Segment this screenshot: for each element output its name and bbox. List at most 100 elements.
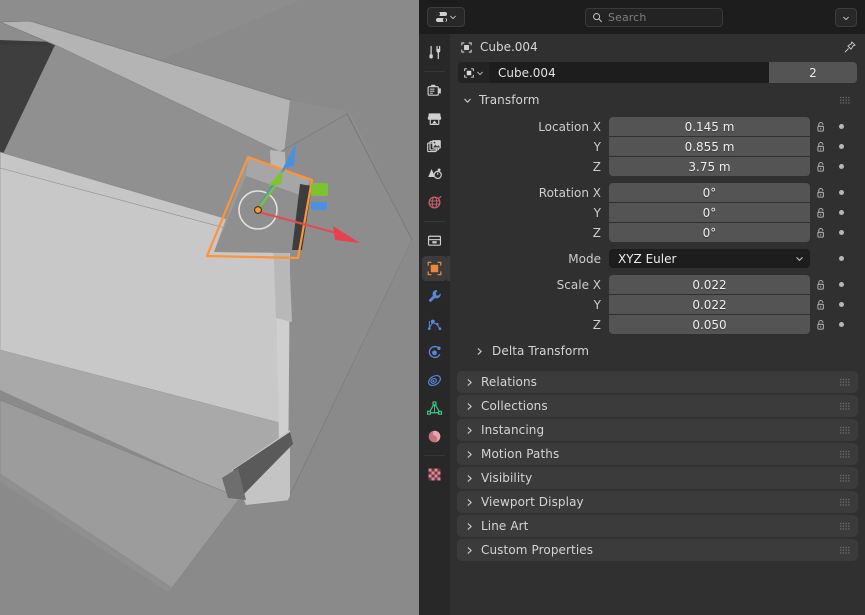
- field-location-x[interactable]: 0.145 m: [609, 117, 810, 136]
- decorator-rotation-y[interactable]: [832, 210, 850, 215]
- object-name-input[interactable]: Cube.004: [489, 62, 769, 83]
- panel-grip-icon[interactable]: [840, 546, 851, 555]
- label-rotation-x: Rotation X: [538, 185, 601, 200]
- tab-object[interactable]: [422, 256, 450, 281]
- panel-custom-properties-header[interactable]: Custom Properties: [457, 539, 858, 561]
- search-input[interactable]: Search: [585, 8, 723, 27]
- decorator-rotation-mode[interactable]: [832, 256, 850, 261]
- panel-visibility-header[interactable]: Visibility: [457, 467, 858, 489]
- object-square-icon: [427, 261, 442, 276]
- tool-icon: [429, 45, 441, 60]
- panel-motion-paths-header[interactable]: Motion Paths: [457, 443, 858, 465]
- panel-transform-body: Location X 0.145 m Y 0.855 m Z 3.75 m Ro…: [457, 111, 858, 369]
- panel-transform-header[interactable]: Transform: [457, 89, 858, 111]
- object-users-count[interactable]: 2: [769, 62, 857, 83]
- panel-grip-icon[interactable]: [840, 426, 851, 435]
- pin-icon[interactable]: [843, 40, 857, 54]
- tab-tool[interactable]: [422, 40, 447, 65]
- panel-custom-properties-title: Custom Properties: [481, 543, 594, 557]
- decorator-location-y[interactable]: [832, 144, 850, 149]
- decorator-scale-z[interactable]: [832, 322, 850, 327]
- constraints-icon: [428, 374, 441, 387]
- tab-view-layer[interactable]: [422, 134, 447, 159]
- search-icon: [593, 13, 602, 23]
- tab-collection[interactable]: [422, 228, 447, 253]
- field-rotation-z[interactable]: 0°: [609, 223, 810, 242]
- properties-content: Cube.004 Cube.004 2 Transform Location X…: [450, 34, 865, 615]
- lock-location-x[interactable]: [810, 121, 832, 133]
- dropdown-rotation-mode[interactable]: XYZ Euler: [609, 249, 810, 268]
- lock-rotation-z[interactable]: [810, 227, 832, 239]
- animate-property-dot-icon: [838, 282, 844, 287]
- lock-scale-z[interactable]: [810, 319, 832, 331]
- subpanel-delta-transform-header[interactable]: Delta Transform: [475, 341, 851, 361]
- unlocked-padlock-icon: [817, 299, 824, 310]
- panel-viewport-display: Viewport Display: [457, 491, 858, 513]
- tab-object-data[interactable]: [422, 396, 447, 421]
- panel-viewport-display-header[interactable]: Viewport Display: [457, 491, 858, 513]
- panel-motion-paths: Motion Paths: [457, 443, 858, 465]
- decorator-scale-x[interactable]: [832, 282, 850, 287]
- panel-grip-icon[interactable]: [840, 450, 851, 459]
- decorator-rotation-z[interactable]: [832, 230, 850, 235]
- object-icon: [461, 41, 472, 53]
- particles-icon: [427, 319, 442, 331]
- tab-world[interactable]: [422, 190, 447, 215]
- animate-property-dot-icon: [838, 164, 844, 169]
- field-scale-y[interactable]: 0.022: [609, 295, 810, 314]
- label-scale-z: Z: [592, 317, 601, 332]
- header-options-button[interactable]: [835, 8, 857, 27]
- lock-rotation-y[interactable]: [810, 207, 832, 219]
- tab-output[interactable]: [422, 106, 447, 131]
- tab-rail-separator-3: [424, 455, 445, 456]
- browse-object-button[interactable]: [458, 62, 489, 83]
- lock-location-z[interactable]: [810, 161, 832, 173]
- field-rotation-x[interactable]: 0°: [609, 183, 810, 202]
- decorator-location-z[interactable]: [832, 164, 850, 169]
- editor-type-selector[interactable]: [427, 7, 465, 27]
- panel-collections-title: Collections: [481, 399, 548, 413]
- panel-grip-icon[interactable]: [840, 378, 851, 387]
- breadcrumb-label: Cube.004: [480, 40, 538, 54]
- decorator-rotation-x[interactable]: [832, 190, 850, 195]
- panel-grip-icon[interactable]: [840, 522, 851, 531]
- animate-property-dot-icon: [838, 256, 844, 261]
- tab-rail-separator: [424, 71, 445, 72]
- panel-viewport-display-title: Viewport Display: [481, 495, 584, 509]
- lock-location-y[interactable]: [810, 141, 832, 153]
- tab-material[interactable]: [422, 424, 447, 449]
- tab-texture[interactable]: [422, 462, 447, 487]
- chevron-right-icon: [467, 474, 472, 482]
- field-scale-x[interactable]: 0.022: [609, 275, 810, 294]
- panel-collections-header[interactable]: Collections: [457, 395, 858, 417]
- label-location-y: Y: [593, 139, 601, 154]
- lock-scale-x[interactable]: [810, 279, 832, 291]
- panel-grip-icon[interactable]: [840, 498, 851, 507]
- field-rotation-y[interactable]: 0°: [609, 203, 810, 222]
- panel-grip-icon[interactable]: [840, 402, 851, 411]
- field-location-y[interactable]: 0.855 m: [609, 137, 810, 156]
- tab-constraints[interactable]: [422, 368, 447, 393]
- lock-rotation-x[interactable]: [810, 187, 832, 199]
- 3d-viewport[interactable]: [0, 0, 419, 615]
- field-location-z[interactable]: 3.75 m: [609, 157, 810, 176]
- tab-scene[interactable]: [422, 162, 447, 187]
- panel-grip-icon[interactable]: [840, 96, 851, 105]
- panel-instancing: Instancing: [457, 419, 858, 441]
- panel-instancing-header[interactable]: Instancing: [457, 419, 858, 441]
- modifier-wrench-icon: [428, 290, 441, 303]
- tab-physics[interactable]: [422, 340, 447, 365]
- row-scale-z: Z 0.050: [457, 315, 858, 334]
- tab-modifiers[interactable]: [422, 284, 447, 309]
- panel-grip-icon[interactable]: [840, 474, 851, 483]
- panel-line-art-header[interactable]: Line Art: [457, 515, 858, 537]
- field-scale-z[interactable]: 0.050: [609, 315, 810, 334]
- chevron-right-icon: [477, 347, 482, 355]
- lock-scale-y[interactable]: [810, 299, 832, 311]
- panel-relations-header[interactable]: Relations: [457, 371, 858, 393]
- tab-render[interactable]: [422, 78, 447, 103]
- tab-particles[interactable]: [422, 312, 447, 337]
- decorator-location-x[interactable]: [832, 124, 850, 129]
- decorator-scale-y[interactable]: [832, 302, 850, 307]
- row-rotation-mode: Mode XYZ Euler: [457, 249, 858, 268]
